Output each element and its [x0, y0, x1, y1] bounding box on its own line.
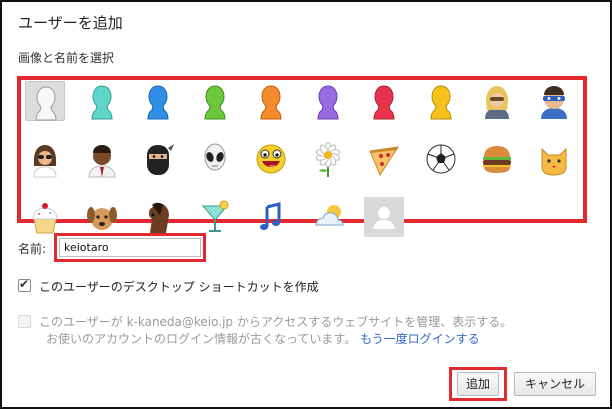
white-silhouette-icon	[26, 82, 64, 122]
cancel-button[interactable]: キャンセル	[514, 372, 596, 396]
businessman-icon	[82, 139, 122, 179]
soccer-ball-icon	[421, 139, 461, 179]
avatar-option[interactable]	[138, 139, 178, 179]
name-label: 名前:	[18, 242, 47, 256]
avatar-option[interactable]	[534, 139, 574, 179]
purple-silhouette-icon	[308, 81, 348, 121]
pizza-slice-icon	[364, 139, 404, 179]
avatar-option[interactable]	[82, 81, 122, 121]
avatar-option[interactable]	[534, 81, 574, 121]
stale-login-notice: お使いのアカウントのログイン情報が古くなっています。 もう一度ログインする	[46, 330, 480, 347]
relogin-link[interactable]: もう一度ログインする	[360, 332, 480, 346]
masked-man-icon	[534, 81, 574, 121]
cocktail-icon	[195, 197, 235, 237]
cloud-sun-icon	[308, 197, 348, 237]
avatar-option[interactable]	[251, 81, 291, 121]
hamburger-icon	[477, 139, 517, 179]
avatar-option[interactable]	[251, 139, 291, 179]
generic-person-icon	[364, 197, 404, 237]
avatar-option[interactable]	[308, 197, 348, 237]
desktop-shortcut-label: このユーザーのデスクトップ ショートカットを作成	[39, 280, 319, 294]
music-note-icon	[251, 197, 291, 237]
stale-login-text: お使いのアカウントのログイン情報が古くなっています。	[46, 332, 357, 346]
avatar-option[interactable]	[82, 139, 122, 179]
avatar-option[interactable]	[138, 81, 178, 121]
avatar-option[interactable]	[477, 81, 517, 121]
avatar-option[interactable]	[195, 81, 235, 121]
green-silhouette-icon	[195, 81, 235, 121]
avatar-option[interactable]	[421, 139, 461, 179]
avatar-option[interactable]	[308, 139, 348, 179]
avatar-option[interactable]	[308, 81, 348, 121]
avatar-option[interactable]	[25, 81, 65, 121]
yellow-silhouette-icon	[421, 81, 461, 121]
avatar-option[interactable]	[251, 197, 291, 237]
avatar-option[interactable]	[25, 197, 65, 237]
horse-icon	[138, 197, 178, 237]
avatar-option[interactable]	[364, 81, 404, 121]
red-silhouette-icon	[364, 81, 404, 121]
desktop-shortcut-checkbox[interactable]: ✔	[18, 277, 31, 292]
avatar-option[interactable]	[82, 197, 122, 237]
blue-silhouette-icon	[138, 81, 178, 121]
teal-silhouette-icon	[82, 81, 122, 121]
avatar-option[interactable]	[364, 197, 404, 237]
avatar-option[interactable]	[477, 139, 517, 179]
ninja-icon	[138, 139, 178, 179]
add-user-dialog: ユーザーを追加 画像と名前を選択 名前: ✔ このユーザーのデスクトップ ショー…	[0, 0, 612, 409]
daisy-flower-icon	[308, 139, 348, 179]
dog-icon	[82, 197, 122, 237]
avatar-option[interactable]	[195, 139, 235, 179]
supervised-user-checkbox	[18, 315, 31, 328]
avatar-option[interactable]	[364, 139, 404, 179]
name-input-highlight	[54, 233, 206, 262]
name-input[interactable]	[59, 238, 201, 257]
avatar-option[interactable]	[138, 197, 178, 237]
cat-icon	[534, 139, 574, 179]
sunglasses-woman-icon	[25, 139, 65, 179]
supervised-user-label: このユーザーが k-kaneda@keio.jp からアクセスするウェブサイトを…	[39, 315, 513, 329]
add-button[interactable]: 追加	[457, 372, 499, 396]
checkmark-icon: ✔	[19, 277, 30, 291]
avatar-option[interactable]	[195, 197, 235, 237]
avatar-section-label: 画像と名前を選択	[18, 51, 115, 65]
avatar-option[interactable]	[25, 139, 65, 179]
avatar-option[interactable]	[421, 81, 461, 121]
blonde-woman-icon	[477, 81, 517, 121]
alien-icon	[195, 139, 235, 179]
dialog-title: ユーザーを追加	[18, 14, 123, 32]
smiley-face-icon	[251, 139, 291, 179]
cupcake-icon	[25, 197, 65, 237]
orange-silhouette-icon	[251, 81, 291, 121]
